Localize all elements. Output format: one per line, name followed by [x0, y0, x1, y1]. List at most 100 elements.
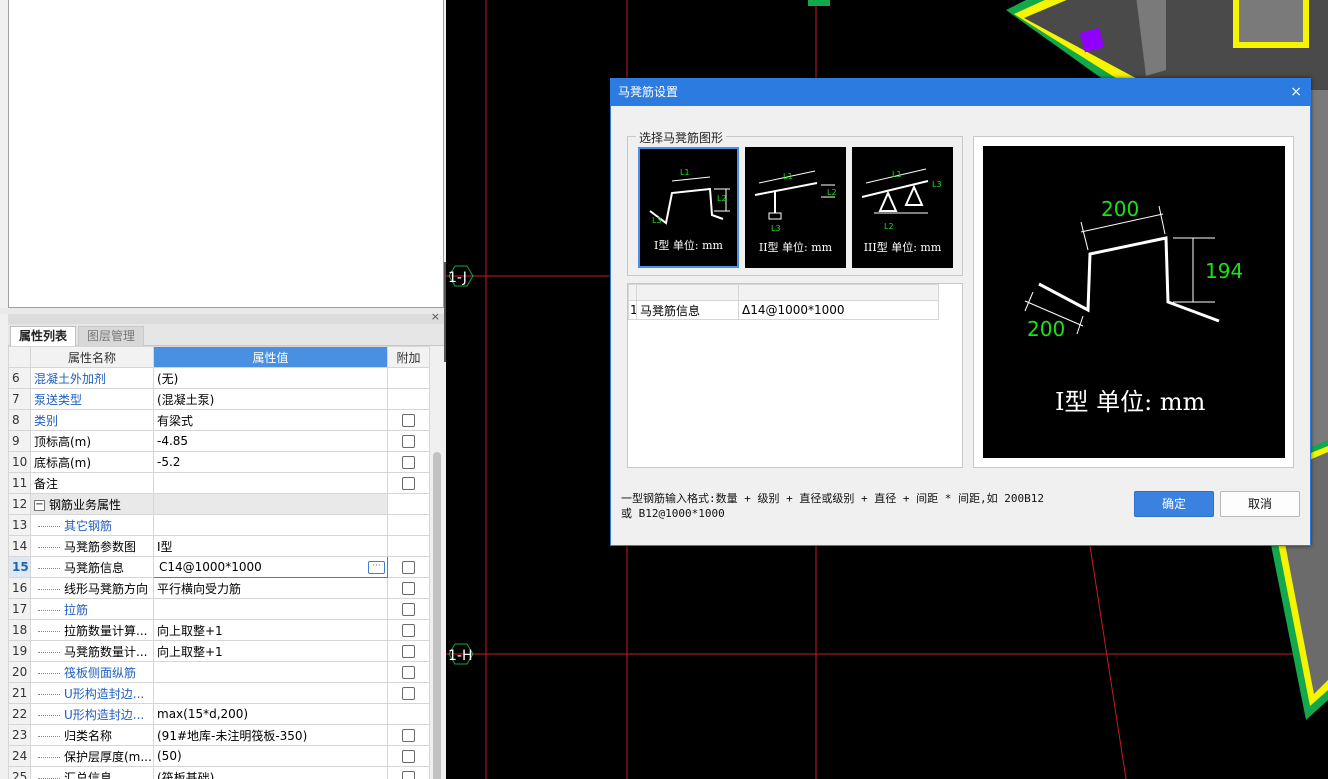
shape-label-l1: L1: [680, 168, 690, 177]
property-row[interactable]: 12− 钢筋业务属性: [8, 493, 430, 515]
ellipsis-icon[interactable]: ···: [368, 560, 385, 574]
extra-checkbox[interactable]: [402, 582, 415, 595]
format-hint-line2: 或 B12@1000*1000: [621, 507, 725, 520]
property-row[interactable]: 11 备注: [8, 472, 430, 494]
property-value[interactable]: -4.85: [153, 430, 388, 452]
info-row-value[interactable]: ⵠ14@1000*1000: [738, 300, 939, 320]
shape-option-type-1[interactable]: L1 L2 L3 I型 单位: mm: [638, 147, 739, 268]
ok-button[interactable]: 确定: [1134, 491, 1214, 517]
property-row[interactable]: 6 混凝土外加剂 (无): [8, 367, 430, 389]
preview-dim-left: 200: [1027, 317, 1065, 341]
row-number: 6: [8, 367, 31, 389]
shape-option-type-3[interactable]: L1 L3 L2 III型 单位: mm: [852, 147, 953, 268]
property-value[interactable]: (50): [153, 745, 388, 767]
dialog-close-icon[interactable]: ×: [1290, 79, 1302, 106]
property-name: 其它钢筋: [30, 514, 154, 536]
property-value[interactable]: (筏板基础): [153, 766, 388, 779]
property-value[interactable]: 有梁式: [153, 409, 388, 431]
extra-checkbox[interactable]: [402, 624, 415, 637]
property-value[interactable]: [153, 514, 388, 536]
extra-cell: [387, 451, 430, 473]
extra-cell: [387, 556, 430, 578]
property-value[interactable]: [153, 682, 388, 704]
extra-checkbox[interactable]: [402, 435, 415, 448]
tree-indent-line: [38, 777, 60, 779]
property-value[interactable]: (混凝土泵): [153, 388, 388, 410]
extra-checkbox[interactable]: [402, 771, 415, 779]
stirrup-info-table: 1 马凳筋信息 ⵠ14@1000*1000: [627, 283, 963, 468]
scrollbar-thumb[interactable]: [433, 452, 441, 779]
extra-checkbox[interactable]: [402, 750, 415, 763]
collapse-icon[interactable]: −: [34, 499, 45, 511]
property-name: 归类名称: [30, 724, 154, 746]
property-value[interactable]: [153, 598, 388, 620]
property-row[interactable]: 25 汇总信息 (筏板基础): [8, 766, 430, 779]
column-header-extra[interactable]: 附加: [387, 346, 430, 368]
property-value[interactable]: [153, 472, 388, 494]
shape-option-type-2[interactable]: L1 L2 L3 II型 单位: mm: [745, 147, 846, 268]
tab-property-list[interactable]: 属性列表: [10, 326, 77, 346]
property-value[interactable]: 向上取整+1: [153, 619, 388, 641]
property-value[interactable]: [153, 661, 388, 683]
property-row[interactable]: 21 U形构造封边...: [8, 682, 430, 704]
property-row[interactable]: 7 泵送类型 (混凝土泵): [8, 388, 430, 410]
extra-checkbox[interactable]: [402, 561, 415, 574]
column-header-value[interactable]: 属性值: [153, 346, 388, 368]
property-name-text: 拉筋数量计算...: [64, 623, 148, 638]
extra-checkbox[interactable]: [402, 477, 415, 490]
property-value[interactable]: (无): [153, 367, 388, 389]
property-row[interactable]: 16 线形马凳筋方向 平行横向受力筋: [8, 577, 430, 599]
panel-close-icon[interactable]: ×: [431, 311, 440, 323]
extra-checkbox[interactable]: [402, 456, 415, 469]
property-row[interactable]: 19 马凳筋数量计... 向上取整+1: [8, 640, 430, 662]
property-name-text: 泵送类型: [34, 392, 83, 407]
extra-checkbox[interactable]: [402, 603, 415, 616]
property-row[interactable]: 9 顶标高(m) -4.85: [8, 430, 430, 452]
dialog-titlebar[interactable]: 马凳筋设置 ×: [611, 79, 1310, 106]
property-row[interactable]: 23 归类名称 (91#地库-未注明筏板-350): [8, 724, 430, 746]
row-number: 23: [8, 724, 31, 746]
extra-cell: [387, 661, 430, 683]
property-value[interactable]: 向上取整+1: [153, 640, 388, 662]
extra-checkbox[interactable]: [402, 687, 415, 700]
property-row[interactable]: 13 其它钢筋: [8, 514, 430, 536]
extra-cell: [387, 367, 430, 389]
property-row[interactable]: 14 马凳筋参数图 I型: [8, 535, 430, 557]
cancel-button[interactable]: 取消: [1220, 491, 1300, 517]
property-name-text: 混凝土外加剂: [34, 371, 107, 386]
property-row[interactable]: 15 马凳筋信息 C14@1000*1000 ···: [8, 556, 430, 578]
property-name: 马凳筋信息: [30, 556, 154, 578]
property-value-input[interactable]: C14@1000*1000: [159, 560, 368, 574]
extra-cell: [387, 703, 430, 725]
property-row[interactable]: 22 U形构造封边... max(15*d,200): [8, 703, 430, 725]
property-row[interactable]: 18 拉筋数量计算... 向上取整+1: [8, 619, 430, 641]
property-value[interactable]: [153, 493, 388, 515]
property-value[interactable]: (91#地库-未注明筏板-350): [153, 724, 388, 746]
property-name-text: 汇总信息: [64, 770, 113, 779]
property-table-scrollbar[interactable]: [430, 346, 444, 779]
property-row[interactable]: 8 类别 有梁式: [8, 409, 430, 431]
property-row[interactable]: 20 筏板侧面纵筋: [8, 661, 430, 683]
tree-indent-line: [38, 630, 60, 632]
property-name: 马凳筋参数图: [30, 535, 154, 557]
property-name-text: 保护层厚度(m...: [64, 749, 152, 764]
tab-layer-management[interactable]: 图层管理: [78, 326, 145, 346]
tree-indent-line: [38, 756, 60, 758]
property-row[interactable]: 10 底标高(m) -5.2: [8, 451, 430, 473]
property-row[interactable]: 17 拉筋: [8, 598, 430, 620]
shape-preview-panel: 200 194 200 I型 单位: mm: [973, 136, 1294, 468]
extra-cell: [387, 409, 430, 431]
property-value-editor[interactable]: C14@1000*1000 ···: [153, 556, 388, 578]
property-row[interactable]: 24 保护层厚度(m... (50): [8, 745, 430, 767]
extra-cell: [387, 535, 430, 557]
extra-checkbox[interactable]: [402, 645, 415, 658]
property-value[interactable]: -5.2: [153, 451, 388, 473]
property-value[interactable]: I型: [153, 535, 388, 557]
extra-checkbox[interactable]: [402, 414, 415, 427]
property-value[interactable]: max(15*d,200): [153, 703, 388, 725]
extra-checkbox[interactable]: [402, 729, 415, 742]
property-value[interactable]: 平行横向受力筋: [153, 577, 388, 599]
extra-checkbox[interactable]: [402, 666, 415, 679]
column-header-name[interactable]: 属性名称: [30, 346, 154, 368]
info-header-value: [738, 284, 939, 301]
